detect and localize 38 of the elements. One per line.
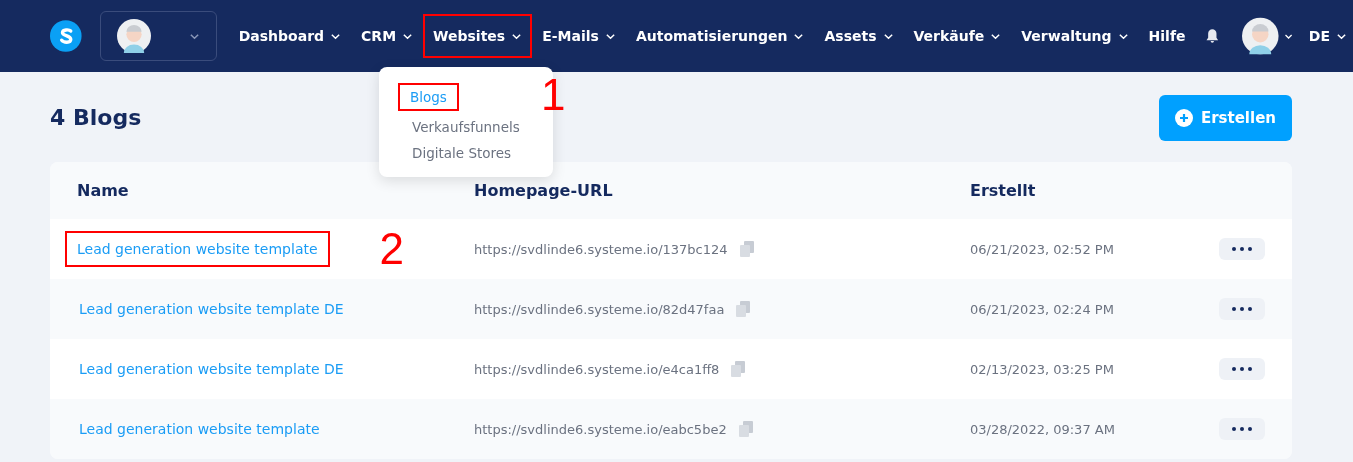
more-button[interactable] bbox=[1219, 418, 1265, 440]
homepage-url: https://svdlinde6.systeme.io/137bc124 bbox=[474, 241, 728, 257]
more-button[interactable] bbox=[1219, 298, 1265, 320]
more-button[interactable] bbox=[1219, 238, 1265, 260]
page-title: 4 Blogs bbox=[50, 105, 142, 130]
dots-icon bbox=[1232, 427, 1252, 431]
homepage-url: https://svdlinde6.systeme.io/eabc5be2 bbox=[474, 421, 727, 437]
column-header: Homepage-URL bbox=[474, 181, 614, 200]
menu-item[interactable]: Digitale Stores bbox=[410, 143, 514, 163]
nav-item[interactable]: Dashboard bbox=[228, 26, 352, 46]
nav-item[interactable]: Verwaltung bbox=[1011, 26, 1139, 46]
menu-item[interactable]: Verkaufsfunnels bbox=[410, 117, 522, 137]
annotation-number: 1 bbox=[541, 73, 566, 117]
language-selector[interactable]: DE bbox=[1302, 27, 1353, 45]
nav-item[interactable]: Websites bbox=[423, 14, 533, 58]
annotation-number: 2 bbox=[379, 227, 405, 271]
more-button[interactable] bbox=[1219, 358, 1265, 380]
nav-item[interactable]: CRM bbox=[351, 26, 424, 46]
created-date: 02/13/2023, 03:25 PM bbox=[970, 361, 1115, 377]
plus-icon bbox=[1174, 108, 1193, 127]
logo-icon[interactable] bbox=[50, 17, 82, 55]
created-date: 06/21/2023, 02:24 PM bbox=[970, 301, 1115, 317]
created-date: 06/21/2023, 02:52 PM bbox=[970, 241, 1115, 257]
homepage-url: https://svdlinde6.systeme.io/82d47faa bbox=[474, 301, 725, 317]
account-switcher[interactable] bbox=[99, 11, 217, 61]
nav-item[interactable]: Automatisierungen bbox=[625, 26, 815, 46]
dots-icon bbox=[1232, 367, 1252, 371]
dots-icon bbox=[1232, 247, 1252, 251]
avatar-icon bbox=[116, 19, 151, 53]
nav-item[interactable]: E-Mails bbox=[532, 26, 626, 46]
column-header: Erstellt bbox=[970, 181, 1037, 200]
dots-icon bbox=[1232, 307, 1252, 311]
column-header: Name bbox=[77, 181, 130, 200]
nav-item[interactable]: Assets bbox=[814, 26, 904, 46]
homepage-url: https://svdlinde6.systeme.io/e4ca1ff8 bbox=[474, 361, 720, 377]
nav-item[interactable]: Hilfe bbox=[1138, 26, 1196, 46]
nav-item[interactable]: Verkäufe bbox=[903, 26, 1012, 46]
created-date: 03/28/2022, 09:37 AM bbox=[970, 421, 1116, 437]
